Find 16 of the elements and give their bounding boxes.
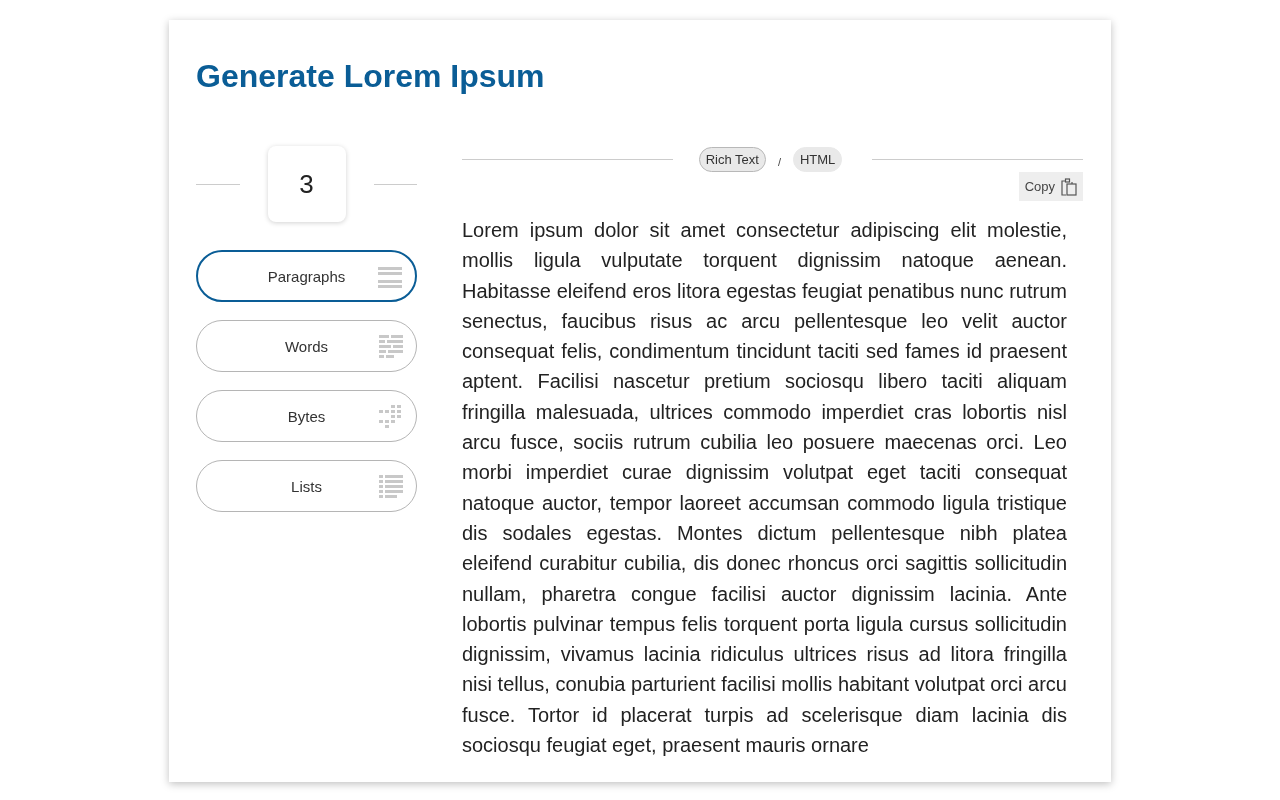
format-tab[interactable]: HTML	[792, 146, 843, 172]
count-field[interactable]: 3	[267, 146, 346, 222]
generated-text: Lorem ipsum dolor sit amet consectetur adipiscing elit molestie, mollis ligula vulputate torquent dignissim natoque aenean. Habitasse eleifend eros litora egestas feugiat penatibus nunc rutrum senectus, faucibus risus ac arcu pellentesque leo velit auctor consequat felis, condimentum tincidunt taciti sed fames id praesent aptent. Facilisi nascetur pretium sociosqu libero taciti aliquam fringilla malesuada, ultrices commodo imperdiet cras lobortis nisl arcu fusce, sociis rutrum cubilia leo posuere maecenas orci. Leo morbi imperdiet curae dignissim volutpat eget taciti consequat natoque auctor, tempor laoreet accumsan commodo ligula tristique dis sodales egestas. Montes dictum pellentesque nibh platea eleifend curabitur cubilia, dis donec rhoncus orci sagittis sollicitudin nullam, pharetra congue facilisi auctor dignissim lacinia. Ante lobortis pulvinar tempus felis torquent porta ligula cursus sollicitudin dignissim, vivamus lacinia ridiculus ultrices risus ad litora fringilla nisi tellus, conubia parturient facilisi mollis habitant volutpat orci arcu fusce. Tortor id placerat turpis ad scelerisque diam lacinia dis sociosqu feugiat eget, praesent mauris ornare	[462, 218, 1067, 759]
bytes-icon	[378, 404, 404, 430]
unit-option[interactable]: Lists	[196, 460, 417, 512]
separator-text: /	[777, 156, 781, 168]
clipboard-icon	[1061, 177, 1077, 196]
unit-option[interactable]: Bytes	[196, 390, 417, 442]
page-title: Generate Lorem Ipsum	[196, 57, 546, 96]
unit-option[interactable]: Words	[196, 320, 417, 372]
format-tab[interactable]: Rich Text	[698, 146, 766, 172]
list-icon	[378, 474, 404, 500]
unit-option[interactable]: Paragraphs	[196, 250, 417, 302]
words-icon	[378, 334, 404, 360]
copy-button[interactable]: Copy	[1018, 172, 1083, 201]
paragraph-icon	[377, 265, 403, 291]
